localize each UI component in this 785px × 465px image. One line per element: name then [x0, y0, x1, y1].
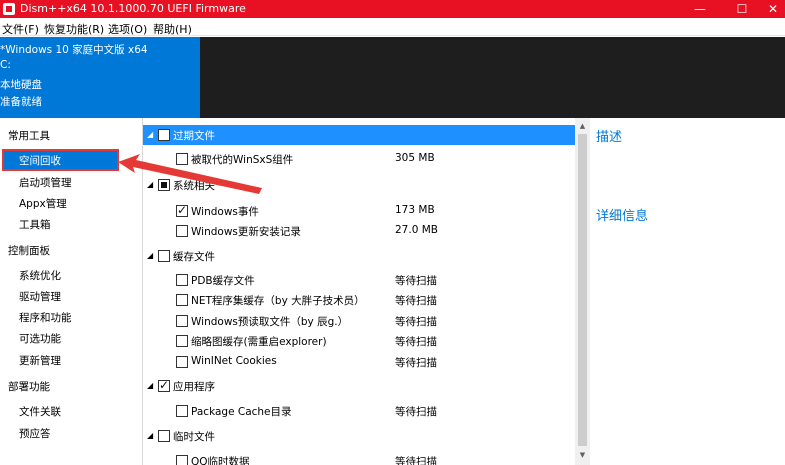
annotation-arrow-icon [118, 154, 262, 194]
